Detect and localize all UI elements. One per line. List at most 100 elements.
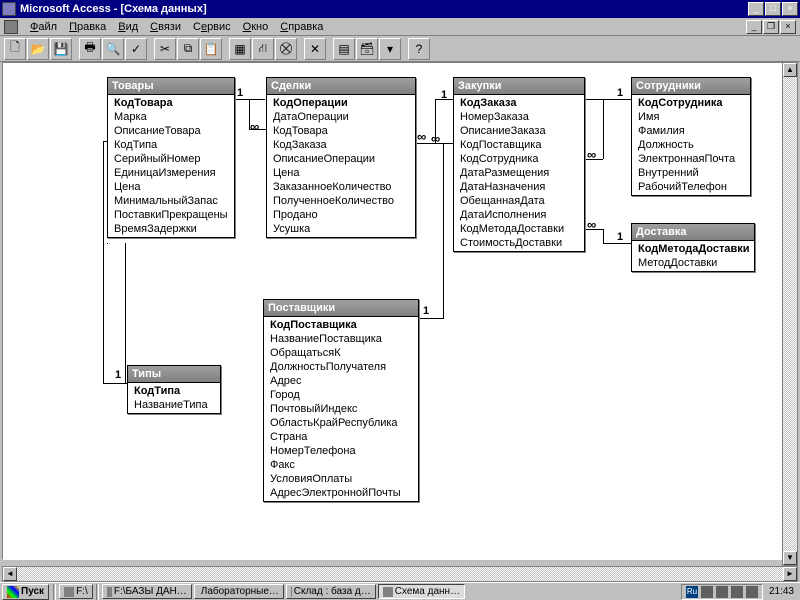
table-field[interactable]: КодЗаказа (267, 138, 415, 152)
taskbar-task[interactable]: F:\ (59, 584, 93, 599)
table-field[interactable]: ДатаИсполнения (454, 208, 584, 222)
spell-icon[interactable]: ✓ (125, 38, 147, 60)
table-field[interactable]: ОбращатьсяК (264, 346, 418, 360)
table-field[interactable]: Город (264, 388, 418, 402)
table-field[interactable]: СерийныйНомер (108, 152, 234, 166)
new-obj-icon[interactable]: ▾ (379, 38, 401, 60)
table-field[interactable]: ПолученноеКоличество (267, 194, 415, 208)
table-field[interactable]: ДатаОперации (267, 110, 415, 124)
props-icon[interactable]: ▤ (333, 38, 355, 60)
table-field[interactable]: ОбластьКрайРеспублика (264, 416, 418, 430)
table-field[interactable]: МетодДоставки (632, 256, 754, 270)
preview-icon[interactable]: 🔍 (102, 38, 124, 60)
tray-icon[interactable] (746, 586, 758, 598)
rel-zakupki-dostavka-line[interactable] (603, 229, 604, 243)
new-icon[interactable]: 🗋 (4, 38, 26, 60)
table-field[interactable]: КодСотрудника (632, 96, 750, 110)
table-field[interactable]: КодТовара (108, 96, 234, 110)
table-field[interactable]: ЭлектроннаяПочта (632, 152, 750, 166)
table-field[interactable]: КодТипа (128, 384, 220, 398)
table-zakupki[interactable]: ЗакупкиКодЗаказаНомерЗаказаОписаниеЗаказ… (453, 77, 585, 252)
table-field[interactable]: Цена (267, 166, 415, 180)
db-icon[interactable]: 🗃 (356, 38, 378, 60)
table-header[interactable]: Сделки (267, 78, 415, 95)
scroll-up-button[interactable]: ▲ (783, 63, 797, 77)
taskbar-task[interactable]: Склад : база д… (286, 584, 376, 599)
all-rel-icon[interactable]: ⛒ (275, 38, 297, 60)
menu-help[interactable]: Справка (274, 20, 329, 34)
table-header[interactable]: Типы (128, 366, 220, 383)
table-field[interactable]: Факс (264, 458, 418, 472)
table-field[interactable]: РабочийТелефон (632, 180, 750, 194)
table-field[interactable]: Цена (108, 180, 234, 194)
rel-tipy-tovary-line[interactable] (107, 243, 108, 244)
menu-window[interactable]: Окно (237, 20, 275, 34)
table-field[interactable]: ПочтовыйИндекс (264, 402, 418, 416)
table-dostavka[interactable]: ДоставкаКодМетодаДоставкиМетодДоставки (631, 223, 755, 272)
table-field[interactable]: АдресЭлектроннойПочты (264, 486, 418, 500)
mdi-restore-button[interactable]: ❐ (763, 20, 779, 34)
maximize-button[interactable]: □ (765, 2, 781, 16)
table-sdelki[interactable]: СделкиКодОперацииДатаОперацииКодТовараКо… (266, 77, 416, 238)
table-header[interactable]: Доставка (632, 224, 754, 241)
table-field[interactable]: КодМетодаДоставки (632, 242, 754, 256)
table-field[interactable]: НомерТелефона (264, 444, 418, 458)
minimize-button[interactable]: _ (748, 2, 764, 16)
vertical-scrollbar[interactable]: ▲ ▼ (782, 62, 798, 566)
menu-file[interactable]: Файл (24, 20, 63, 34)
table-field[interactable]: Фамилия (632, 124, 750, 138)
cut-icon[interactable]: ✂ (154, 38, 176, 60)
rel-postav-zakupki-line[interactable] (419, 318, 443, 319)
rel-tipy-tovary-line[interactable] (103, 383, 127, 384)
mdi-minimize-button[interactable]: _ (746, 20, 762, 34)
taskbar-task-active[interactable]: Схема данн… (378, 584, 465, 599)
tray-icon[interactable] (701, 586, 713, 598)
mdi-close-button[interactable]: × (780, 20, 796, 34)
tray-volume-icon[interactable] (716, 586, 728, 598)
show-table-icon[interactable]: ▦ (229, 38, 251, 60)
table-field[interactable]: Имя (632, 110, 750, 124)
horizontal-scrollbar[interactable]: ◄ ► (2, 566, 798, 582)
table-field[interactable]: Марка (108, 110, 234, 124)
table-field[interactable]: КодТипа (108, 138, 234, 152)
table-field[interactable]: НазваниеПоставщика (264, 332, 418, 346)
paste-icon[interactable]: 📋 (200, 38, 222, 60)
table-field[interactable]: КодПоставщика (264, 318, 418, 332)
table-sotrudniki[interactable]: СотрудникиКодСотрудникаИмяФамилияДолжнос… (631, 77, 751, 196)
table-field[interactable]: ОбещаннаяДата (454, 194, 584, 208)
copy-icon[interactable]: ⧉ (177, 38, 199, 60)
rel-zakupki-sotrudniki-line[interactable] (603, 99, 604, 159)
save-icon[interactable]: 💾 (50, 38, 72, 60)
table-field[interactable]: КодЗаказа (454, 96, 584, 110)
rel-tovary-sdelki-line[interactable] (235, 99, 265, 100)
menu-relations[interactable]: Связи (144, 20, 187, 34)
rel-tipy-tovary-line[interactable] (103, 141, 104, 383)
close-button[interactable]: × (782, 2, 798, 16)
scroll-right-button[interactable]: ► (783, 567, 797, 581)
table-field[interactable]: КодМетодаДоставки (454, 222, 584, 236)
menu-service[interactable]: Сервис (187, 20, 237, 34)
table-field[interactable]: ОписаниеТовара (108, 124, 234, 138)
delete-icon[interactable]: ✕ (304, 38, 326, 60)
table-field[interactable]: КодПоставщика (454, 138, 584, 152)
menu-edit[interactable]: Правка (63, 20, 112, 34)
table-field[interactable]: МинимальныйЗапас (108, 194, 234, 208)
taskbar-task[interactable]: F:\БАЗЫ ДАН… (102, 584, 192, 599)
table-header[interactable]: Поставщики (264, 300, 418, 317)
scroll-track[interactable] (17, 567, 783, 581)
system-tray[interactable]: Ru (681, 584, 763, 600)
table-tovary[interactable]: ТоварыКодТовараМаркаОписаниеТовараКодТип… (107, 77, 235, 238)
scroll-track[interactable] (783, 77, 797, 551)
table-field[interactable]: КодТовара (267, 124, 415, 138)
table-field[interactable]: ДатаНазначения (454, 180, 584, 194)
rel-postav-zakupki-line[interactable] (443, 143, 453, 144)
rel-zakupki-dostavka-line[interactable] (603, 243, 631, 244)
table-field[interactable]: УсловияОплаты (264, 472, 418, 486)
print-icon[interactable]: 🖶 (79, 38, 101, 60)
direct-rel-icon[interactable]: ⛙ (252, 38, 274, 60)
rel-tipy-tovary-line[interactable] (125, 243, 126, 383)
scroll-left-button[interactable]: ◄ (3, 567, 17, 581)
table-field[interactable]: ПоставкиПрекращены (108, 208, 234, 222)
tray-icon[interactable] (731, 586, 743, 598)
table-header[interactable]: Сотрудники (632, 78, 750, 95)
